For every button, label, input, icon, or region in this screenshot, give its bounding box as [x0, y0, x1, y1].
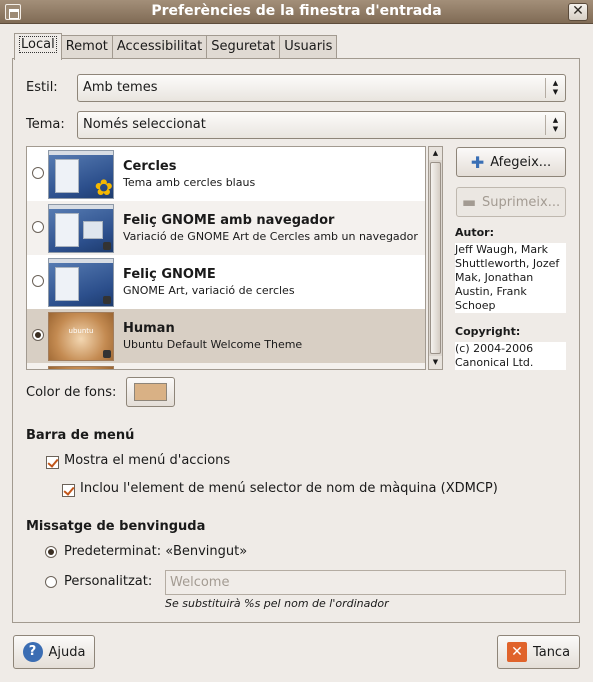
theme-thumbnail	[48, 258, 114, 307]
theme-thumbnail	[48, 204, 114, 253]
scroll-up-icon[interactable]: ▲	[429, 147, 442, 160]
theme-name: Feliç GNOME amb navegador	[123, 213, 335, 228]
tab-security[interactable]: Seguretat	[206, 35, 281, 60]
minus-icon: ▬	[461, 193, 477, 211]
show-actions-checkbox[interactable]	[46, 456, 59, 469]
close-button[interactable]: ✕ Tanca	[497, 635, 580, 669]
theme-description: Ubuntu Default Welcome Theme	[123, 338, 303, 351]
scrollbar-thumb[interactable]	[430, 162, 441, 354]
theme-label: Tema:	[26, 117, 65, 132]
theme-list-scrollbar[interactable]: ▲ ▼	[428, 146, 443, 370]
combo-arrows-icon: ▲ ▼	[545, 78, 565, 98]
list-item[interactable]: Feliç GNOME amb navegador Variació de GN…	[27, 201, 425, 255]
list-item[interactable]: ✿ Cercles Tema amb cercles blaus	[27, 147, 425, 201]
title-bar: Preferències de la finestra d'entrada ✕	[0, 0, 593, 24]
theme-description: GNOME Art, variació de cercles	[123, 284, 295, 297]
theme-combo[interactable]: Només seleccionat ▲ ▼	[77, 111, 566, 139]
theme-radio[interactable]	[32, 221, 44, 233]
theme-description: Variació de GNOME Art de Cercles amb un …	[123, 230, 418, 243]
copyright-label: Copyright:	[455, 325, 521, 338]
theme-thumbnail: ✿	[48, 150, 114, 199]
theme-name: Human	[123, 321, 175, 336]
background-color-button[interactable]	[126, 377, 175, 407]
theme-thumbnail: ubuntu	[48, 312, 114, 361]
list-item[interactable]: ubuntu Human Ubuntu Default Welcome Them…	[27, 309, 425, 363]
flower-icon: ✿	[94, 176, 113, 199]
theme-name: Feliç GNOME	[123, 267, 216, 282]
background-color-label: Color de fons:	[26, 385, 117, 400]
theme-combo-value: Només seleccionat	[83, 117, 206, 132]
include-chooser-label: Inclou l'element de menú selector de nom…	[80, 481, 498, 496]
add-theme-button[interactable]: ✚ Afegeix...	[456, 147, 566, 177]
tab-local[interactable]: Local	[14, 33, 62, 60]
menu-bar-heading: Barra de menú	[26, 428, 135, 443]
author-label: Autor:	[455, 226, 494, 239]
theme-radio[interactable]	[32, 275, 44, 287]
help-icon: ?	[22, 642, 43, 662]
window-title: Preferències de la finestra d'entrada	[151, 3, 442, 19]
welcome-heading: Missatge de benvinguda	[26, 519, 206, 534]
theme-thumbnail	[48, 366, 114, 369]
theme-radio[interactable]	[32, 329, 44, 341]
show-actions-label: Mostra el menú d'accions	[64, 453, 231, 468]
tab-strip: Local Remot Accessibilitat Seguretat Usu…	[14, 33, 338, 60]
author-text: Jeff Waugh, Mark Shuttleworth, Jozef Mak…	[455, 243, 566, 313]
remove-theme-button[interactable]: ▬ Suprimeix...	[456, 187, 566, 217]
window-close-button[interactable]: ✕	[568, 3, 588, 21]
combo-arrows-icon: ▲ ▼	[545, 115, 565, 135]
tab-accessibility[interactable]: Accessibilitat	[111, 35, 208, 60]
close-icon: ✕	[506, 642, 527, 662]
style-combo-value: Amb temes	[83, 80, 158, 95]
style-combo[interactable]: Amb temes ▲ ▼	[77, 74, 566, 102]
list-item[interactable]: Feliç GNOME GNOME Art, variació de cercl…	[27, 255, 425, 309]
default-welcome-label: Predeterminat: «Benvingut»	[64, 544, 248, 559]
custom-welcome-radio[interactable]	[45, 576, 57, 588]
tab-users[interactable]: Usuaris	[279, 35, 338, 60]
copyright-text: (c) 2004-2006 Canonical Ltd.	[455, 342, 566, 370]
default-welcome-radio[interactable]	[45, 546, 57, 558]
style-label: Estil:	[26, 80, 58, 95]
theme-name: Cercles	[123, 159, 177, 174]
theme-description: Tema amb cercles blaus	[123, 176, 256, 189]
scroll-down-icon[interactable]: ▼	[429, 356, 442, 369]
help-button[interactable]: ? Ajuda	[13, 635, 95, 669]
theme-list[interactable]: ✿ Cercles Tema amb cercles blaus Feliç G…	[26, 146, 426, 370]
theme-radio[interactable]	[32, 167, 44, 179]
custom-welcome-input[interactable]: Welcome	[165, 570, 566, 595]
custom-welcome-hint: Se substituirà %s pel nom de l'ordinador	[165, 597, 389, 610]
include-chooser-checkbox[interactable]	[62, 484, 75, 497]
custom-welcome-label: Personalitzat:	[64, 574, 153, 589]
plus-icon: ✚	[470, 152, 485, 172]
color-swatch	[134, 383, 167, 401]
tab-remote[interactable]: Remot	[60, 35, 113, 60]
list-item[interactable]	[27, 363, 425, 369]
